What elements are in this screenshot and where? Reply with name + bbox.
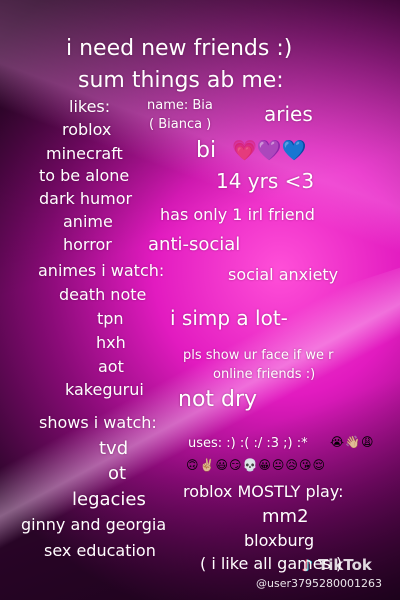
uses-emojis-row-2: 🙃✌🏼😃😏💀😀😐😥😘😌 xyxy=(186,458,326,472)
anime-item: kakegurui xyxy=(65,380,144,399)
social-anxiety-text: social anxiety xyxy=(228,265,339,284)
title-line-1: i need new friends :) xyxy=(66,36,293,61)
show-item: tvd xyxy=(99,438,129,459)
show-item: ot xyxy=(108,463,127,484)
name-label: name: Bia xyxy=(147,98,213,113)
age: 14 yrs <3 xyxy=(216,169,315,193)
username-watermark: @user3795280001263 xyxy=(256,577,382,590)
anti-social-text: anti-social xyxy=(148,234,241,255)
not-dry-text: not dry xyxy=(178,387,258,412)
show-item: legacies xyxy=(72,489,146,510)
tiktok-wordmark: TikTok xyxy=(318,556,372,574)
zodiac-sign: aries xyxy=(264,102,313,126)
anime-item: hxh xyxy=(96,333,126,352)
show-face-line-1: pls show ur face if we r xyxy=(183,348,334,363)
likes-header: likes: xyxy=(69,97,111,116)
animes-header: animes i watch: xyxy=(38,261,165,280)
orientation: bi xyxy=(196,138,217,163)
show-item: sex education xyxy=(44,541,156,560)
likes-item: dark humor xyxy=(39,189,133,208)
anime-item: tpn xyxy=(97,309,124,328)
title-line-2: sum things ab me: xyxy=(78,68,284,93)
name-full: ( Bianca ) xyxy=(149,117,212,132)
anime-item: death note xyxy=(59,285,147,304)
likes-item: anime xyxy=(63,212,113,231)
anime-item: aot xyxy=(98,357,124,376)
tiktok-logo-icon xyxy=(302,556,315,575)
irl-friends-text: has only 1 irl friend xyxy=(160,205,315,224)
likes-item: roblox xyxy=(62,120,112,139)
uses-text: uses: :) :( :/ :3 ;) :* xyxy=(188,436,308,451)
show-face-line-2: online friends :) xyxy=(213,367,316,382)
simp-text: i simp a lot- xyxy=(170,306,288,330)
shows-header: shows i watch: xyxy=(39,413,157,432)
show-item: ginny and georgia xyxy=(21,515,167,534)
roblox-play-header: roblox MOSTLY play: xyxy=(183,482,344,501)
hearts-emoji: 💗💜💙 xyxy=(232,138,307,162)
likes-item: to be alone xyxy=(39,166,130,185)
game-item: bloxburg xyxy=(244,531,315,550)
uses-emojis-row-1: 😭👋🏼😩 xyxy=(330,435,375,449)
likes-item: horror xyxy=(63,235,112,254)
likes-item: minecraft xyxy=(46,144,123,163)
game-item: mm2 xyxy=(262,506,309,527)
tiktok-watermark: TikTok xyxy=(302,556,372,575)
